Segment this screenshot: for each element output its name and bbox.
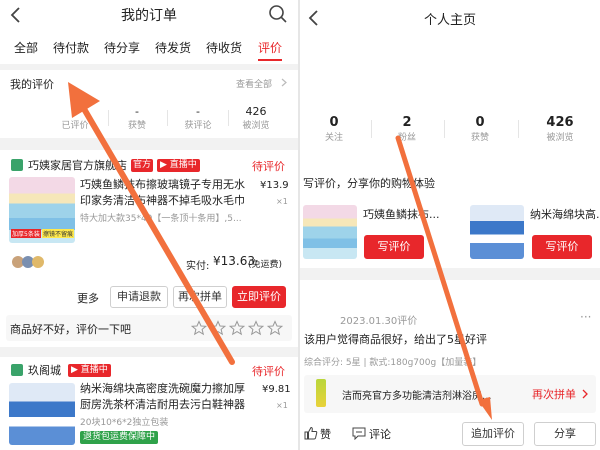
- profile-panel: 个人主页 0 关注 2 粉丝 0 获赞 426 被浏览 写评价，分享你的购物体验…: [300, 0, 600, 450]
- annotation-arrow-icon: [395, 135, 492, 420]
- order-panel: 我的订单 全部 待付款 待分享 待发货 待收货 评价 我的评价 查看全部 5 已…: [0, 0, 298, 450]
- annotation-arrow-icon: [68, 82, 235, 365]
